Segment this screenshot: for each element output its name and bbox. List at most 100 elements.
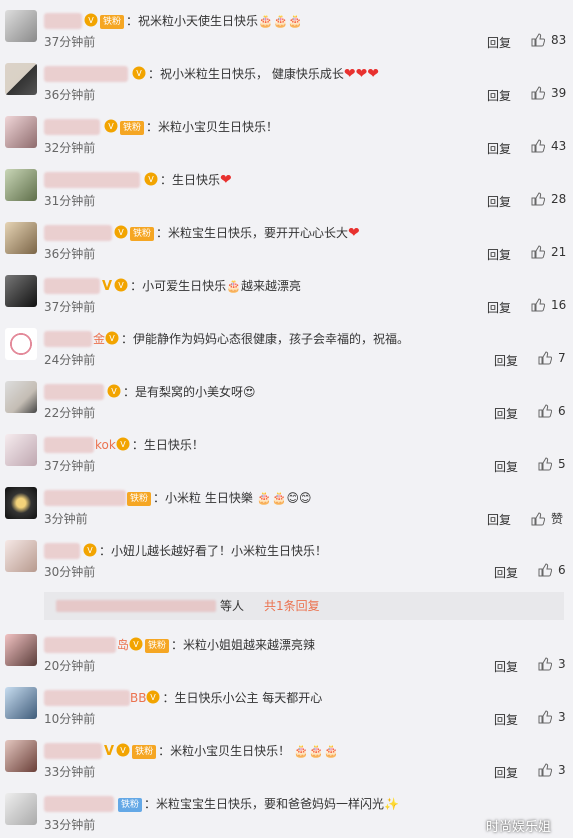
svg-text:V: V	[88, 16, 94, 25]
username-blurred[interactable]	[44, 490, 126, 506]
reply-button[interactable]: 回复	[487, 511, 511, 528]
like-button[interactable]: 6	[538, 404, 566, 418]
like-button[interactable]: 16	[531, 298, 566, 312]
reply-button[interactable]: 回复	[494, 352, 518, 369]
comment-time: 37分钟前	[44, 459, 96, 473]
avatar[interactable]	[5, 63, 37, 95]
vip-crown-icon: V	[114, 278, 128, 292]
comment-time: 31分钟前	[44, 194, 96, 208]
reply-button[interactable]: 回复	[494, 405, 518, 422]
avatar[interactable]	[5, 434, 37, 466]
username-blurred[interactable]	[44, 543, 80, 559]
vip-crown-icon: V	[116, 437, 130, 451]
like-count: 83	[551, 33, 567, 47]
like-button[interactable]: 39	[531, 86, 566, 100]
username-blurred[interactable]	[44, 384, 104, 400]
reply-button[interactable]: 回复	[487, 193, 511, 210]
like-button[interactable]: 6	[538, 563, 566, 577]
avatar[interactable]	[5, 687, 37, 719]
comment-text: 米粒宝生日快乐，要开开心心长大	[168, 226, 349, 240]
avatar[interactable]	[5, 793, 37, 825]
username-blurred[interactable]	[44, 690, 130, 706]
comment-item: 岛 V 铁粉 ：米粒小姐姐越来越漂亮辣 20分钟前 回复 3	[0, 624, 573, 677]
avatar[interactable]	[5, 169, 37, 201]
username-blurred[interactable]	[44, 331, 92, 347]
vip-crown-icon: V	[129, 637, 143, 651]
like-button[interactable]: 43	[531, 139, 566, 153]
thumb-up-icon	[538, 657, 552, 671]
comment-text: 小米粒 生日快樂 🎂🎂😊😊	[165, 491, 312, 505]
username-tail[interactable]: kok	[95, 438, 116, 452]
comment-text: 是有梨窝的小美女呀😍	[135, 385, 256, 399]
like-button[interactable]: 5	[538, 457, 566, 471]
username-blurred[interactable]	[44, 13, 82, 29]
avatar[interactable]	[5, 328, 37, 360]
username-blurred[interactable]	[44, 66, 128, 82]
comment-time: 22分钟前	[44, 406, 96, 420]
like-count: 6	[558, 404, 566, 418]
reply-button[interactable]: 回复	[494, 764, 518, 781]
watermark: 时尚娱乐姐	[486, 820, 552, 835]
comment-time: 37分钟前	[44, 35, 96, 49]
like-button[interactable]: 3	[538, 763, 566, 777]
username-blurred[interactable]	[44, 796, 114, 812]
comment-time: 33分钟前	[44, 765, 96, 779]
like-button[interactable]: 21	[531, 245, 566, 259]
reply-button[interactable]: 回复	[487, 87, 511, 104]
like-button[interactable]: 7	[538, 351, 566, 365]
avatar[interactable]	[5, 275, 37, 307]
username-tail[interactable]: 岛	[117, 638, 129, 652]
reply-button[interactable]: 回复	[487, 299, 511, 316]
username-blurred[interactable]	[44, 637, 116, 653]
reply-button[interactable]: 回复	[494, 564, 518, 581]
like-button[interactable]: 83	[531, 33, 566, 47]
thumb-up-icon	[538, 563, 552, 577]
avatar[interactable]	[5, 222, 37, 254]
avatar[interactable]	[5, 116, 37, 148]
username-blurred[interactable]	[44, 119, 100, 135]
comment-text: 米粒小宝贝生日快乐！	[158, 120, 279, 134]
reply-button[interactable]: 回复	[494, 658, 518, 675]
heart-emoji: ❤	[220, 172, 232, 188]
username-blurred[interactable]	[44, 743, 102, 759]
like-button[interactable]: 3	[538, 657, 566, 671]
reply-button[interactable]: 回复	[487, 34, 511, 51]
username-tail[interactable]: 金	[93, 332, 105, 346]
comment-text: 生日快乐	[172, 173, 221, 187]
view-replies-link[interactable]: 共1条回复	[264, 592, 320, 620]
fan-badge: 铁粉	[127, 492, 152, 506]
avatar[interactable]	[5, 740, 37, 772]
reply-button[interactable]: 回复	[494, 458, 518, 475]
comment-text: 生日快乐小公主 每天都开心	[174, 691, 323, 705]
avatar[interactable]	[5, 487, 37, 519]
like-button[interactable]: 赞	[531, 510, 563, 527]
like-button[interactable]: 3	[538, 710, 566, 724]
username-blurred[interactable]	[44, 437, 94, 453]
avatar[interactable]	[5, 10, 37, 42]
avatar[interactable]	[5, 540, 37, 572]
svg-text:V: V	[118, 228, 124, 237]
svg-text:V: V	[87, 546, 93, 555]
username-blurred[interactable]	[44, 225, 112, 241]
avatar[interactable]	[5, 381, 37, 413]
avatar[interactable]	[5, 634, 37, 666]
svg-text:V: V	[108, 122, 114, 131]
thumb-up-icon	[531, 139, 545, 153]
username-blurred[interactable]	[44, 278, 100, 294]
reply-button[interactable]: 回复	[494, 711, 518, 728]
comment-item: 金 V ：伊能静作为妈妈心态很健康，孩子会幸福的，祝福。 24分钟前 回复 7	[0, 318, 573, 371]
username-blurred[interactable]	[44, 172, 140, 188]
comment-item: V ：是有梨窝的小美女呀😍 22分钟前 回复 6	[0, 371, 573, 424]
like-button[interactable]: 28	[531, 192, 566, 206]
replier-names-blurred	[56, 600, 216, 612]
thumb-up-icon	[531, 192, 545, 206]
like-count: 5	[558, 457, 566, 471]
sub-reply-summary[interactable]: 等人 共1条回复	[44, 592, 564, 620]
comment-text: 米粒小宝贝生日快乐！ 🎂🎂🎂	[170, 744, 339, 758]
comment-item: BB V ：生日快乐小公主 每天都开心 10分钟前 回复 3	[0, 677, 573, 730]
comment-item: V ：祝小米粒生日快乐， 健康快乐成长❤❤❤ 36分钟前 回复 39	[0, 53, 573, 106]
vip-crown-icon: V	[105, 331, 119, 345]
username-tail[interactable]: BB	[130, 691, 146, 705]
reply-button[interactable]: 回复	[487, 246, 511, 263]
reply-button[interactable]: 回复	[487, 140, 511, 157]
